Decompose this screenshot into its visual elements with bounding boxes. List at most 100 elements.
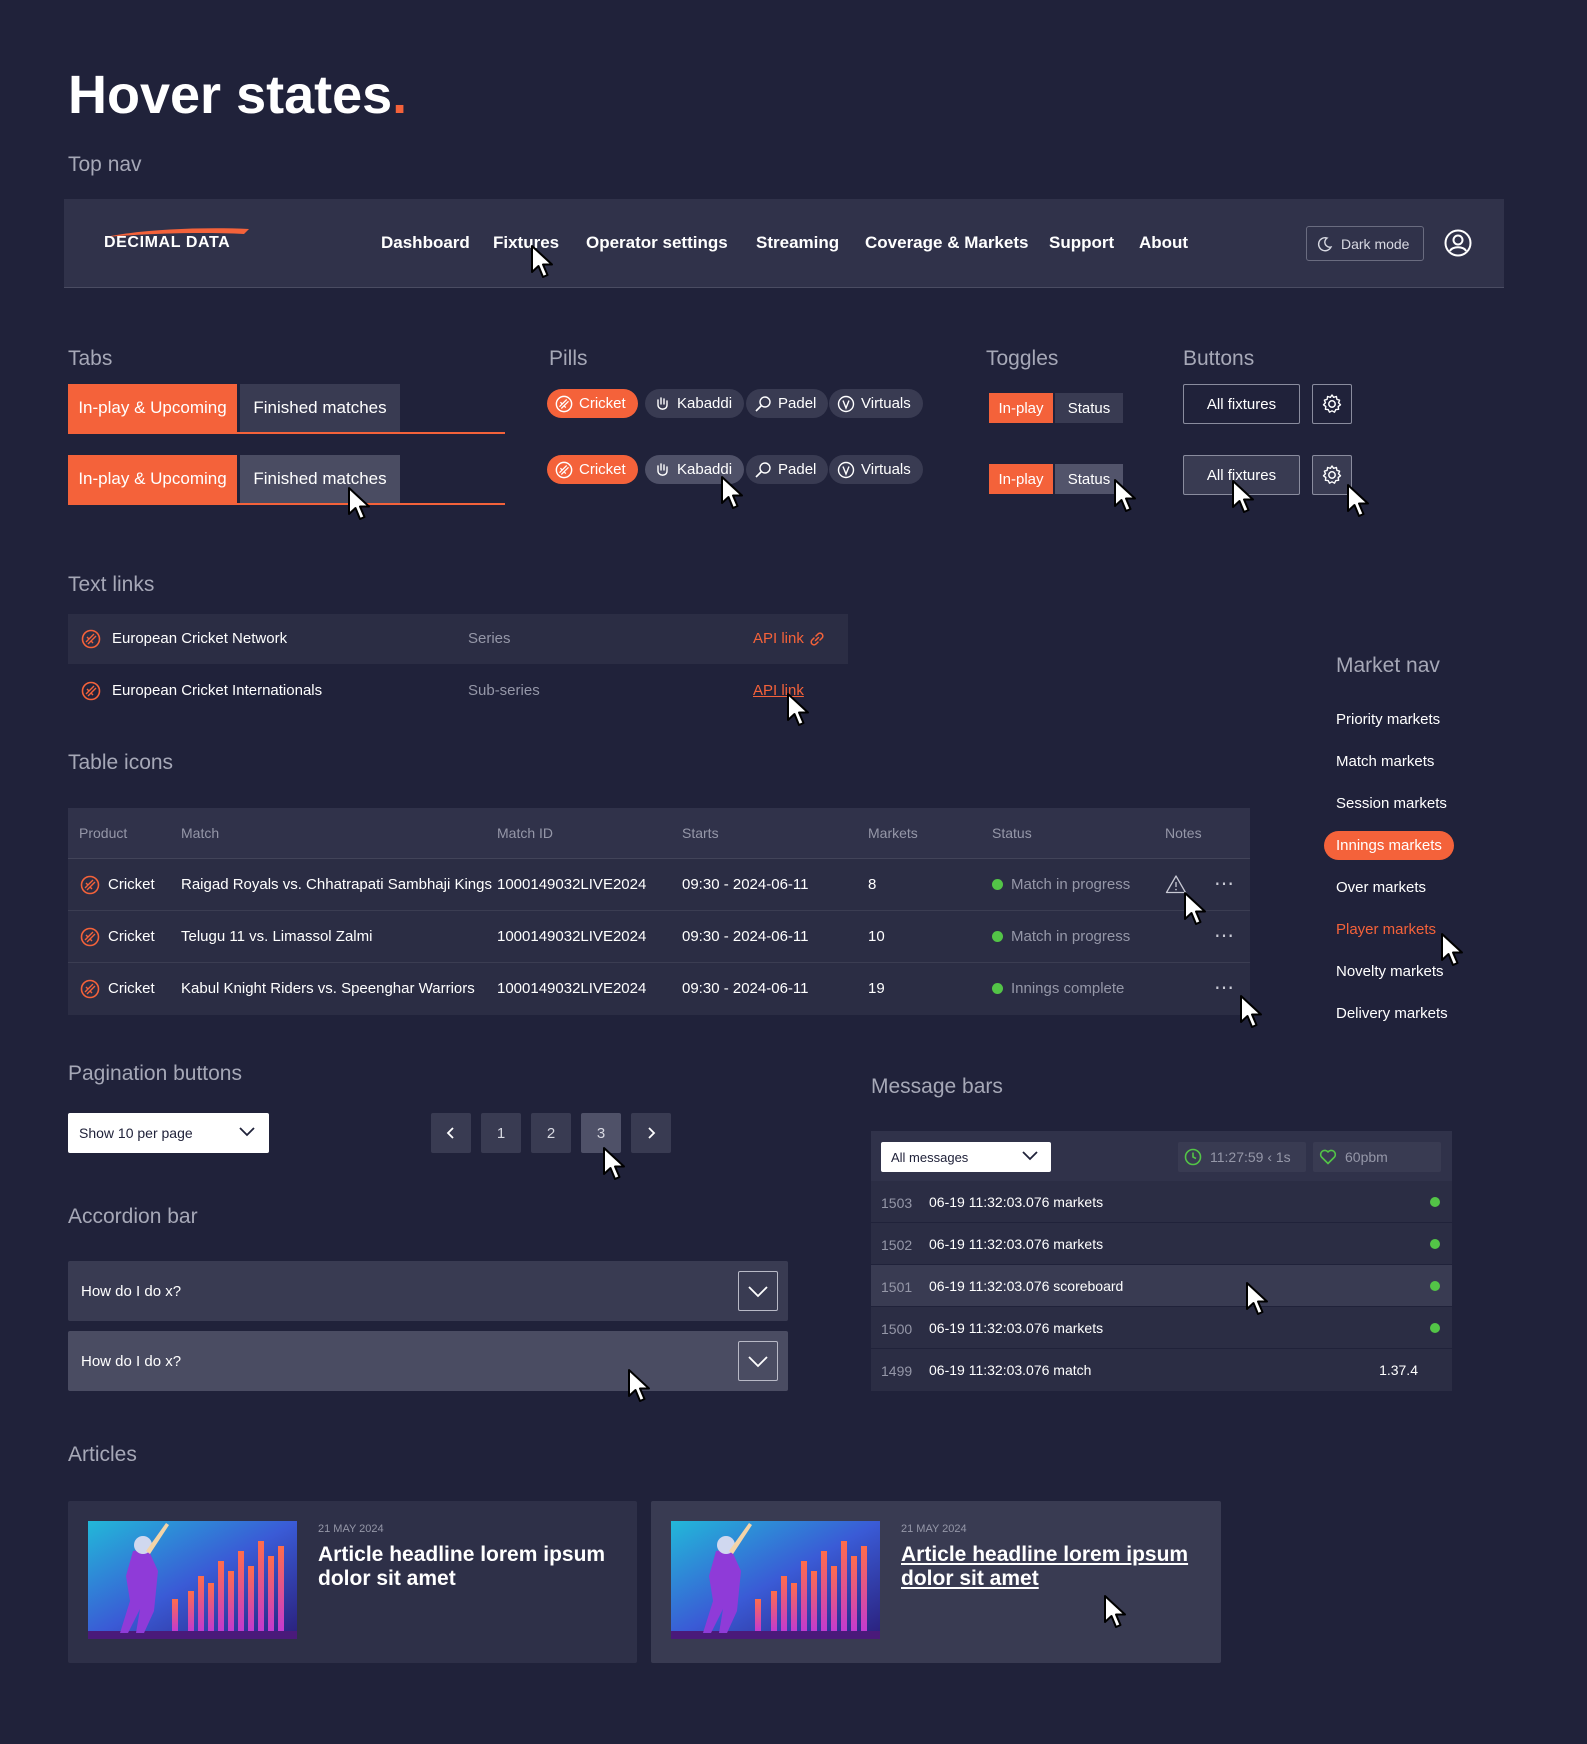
message-toolbar: All messages 11:27:59 ‹ 1s 60pbm [871, 1131, 1452, 1181]
article-headline[interactable]: Article headline lorem ipsum dolor sit a… [901, 1543, 1201, 1591]
cell-markets: 19 [868, 980, 885, 997]
market-nav-match[interactable]: Match markets [1336, 753, 1434, 770]
user-avatar-icon[interactable] [1444, 229, 1472, 257]
market-nav-player[interactable]: Player markets [1336, 921, 1436, 938]
moon-icon [1317, 236, 1333, 251]
nav-link-support[interactable]: Support [1049, 233, 1114, 253]
nav-link-streaming[interactable]: Streaming [756, 233, 839, 253]
message-id: 1502 [881, 1237, 913, 1253]
nav-link-coverage-markets[interactable]: Coverage & Markets [865, 233, 1028, 253]
cursor-icon [602, 1146, 628, 1182]
virtuals-icon [837, 395, 855, 412]
cell-match: Raigad Royals vs. Chhatrapati Sambhaji K… [181, 876, 492, 893]
message-id: 1501 [881, 1279, 913, 1295]
col-notes[interactable]: Notes [1165, 825, 1202, 841]
col-starts[interactable]: Starts [682, 825, 719, 841]
pill-cricket[interactable]: Cricket [547, 389, 638, 418]
status-dot [992, 983, 1003, 994]
dark-mode-button[interactable]: Dark mode [1306, 226, 1424, 261]
nav-link-operator-settings[interactable]: Operator settings [586, 233, 728, 253]
col-match[interactable]: Match [181, 825, 219, 841]
pill-padel[interactable]: Padel [746, 389, 829, 418]
toggle-in-play[interactable]: In-play [989, 464, 1053, 494]
toggle-status[interactable]: Status [1055, 393, 1123, 423]
cursor-icon [720, 475, 746, 511]
tab-in-play-upcoming[interactable]: In-play & Upcoming [68, 455, 237, 503]
tab-row-hover: In-play & Upcoming Finished matches [68, 455, 505, 505]
message-row[interactable]: 1499 06-19 11:32:03.076 match 1.37.4 [871, 1349, 1452, 1391]
section-title-buttons: Buttons [1183, 347, 1255, 370]
tab-finished-matches[interactable]: Finished matches [240, 455, 400, 503]
article-date: 21 MAY 2024 [901, 1523, 967, 1535]
col-status[interactable]: Status [992, 825, 1032, 841]
status-dot [1430, 1239, 1440, 1249]
message-id: 1500 [881, 1321, 913, 1337]
all-fixtures-button[interactable]: All fixtures [1183, 384, 1300, 424]
pill-label: Virtuals [861, 461, 911, 478]
market-nav-over[interactable]: Over markets [1336, 879, 1426, 896]
article-card-hover[interactable]: 21 MAY 2024 Article headline lorem ipsum… [651, 1501, 1221, 1663]
message-row[interactable]: 1503 06-19 11:32:03.076 markets [871, 1181, 1452, 1223]
rate-chip: 60pbm [1313, 1142, 1441, 1172]
market-nav-novelty[interactable]: Novelty markets [1336, 963, 1444, 980]
more-options-icon[interactable]: ⋯ [1214, 975, 1235, 1000]
article-headline[interactable]: Article headline lorem ipsum dolor sit a… [318, 1543, 618, 1591]
cursor-icon [1239, 994, 1265, 1030]
link-row-kind: Series [468, 630, 511, 647]
status-text: Innings complete [1011, 980, 1125, 997]
market-nav-innings[interactable]: Innings markets [1324, 831, 1454, 860]
market-nav-delivery[interactable]: Delivery markets [1336, 1005, 1448, 1022]
pill-label: Padel [778, 461, 817, 478]
pill-padel[interactable]: Padel [746, 455, 829, 484]
cell-status: Match in progress [992, 928, 1130, 945]
toggle-in-play[interactable]: In-play [989, 393, 1053, 423]
pill-virtuals[interactable]: Virtuals [829, 455, 923, 484]
more-options-icon[interactable]: ⋯ [1214, 871, 1235, 896]
message-row[interactable]: 1500 06-19 11:32:03.076 markets [871, 1307, 1452, 1349]
accordion-toggle-button[interactable] [738, 1341, 778, 1381]
col-markets[interactable]: Markets [868, 825, 918, 841]
accordion-bar[interactable]: How do I do x? [68, 1261, 788, 1321]
next-page-button[interactable] [631, 1113, 671, 1153]
message-row-hover[interactable]: 1501 06-19 11:32:03.076 scoreboard [871, 1265, 1452, 1307]
col-match-id[interactable]: Match ID [497, 825, 553, 841]
message-filter-value: All messages [891, 1149, 969, 1165]
racket-icon [755, 461, 771, 478]
nav-link-about[interactable]: About [1139, 233, 1188, 253]
section-title-toggles: Toggles [986, 347, 1059, 370]
cursor-icon [1183, 891, 1209, 927]
cell-match: Telugu 11 vs. Limassol Zalmi [181, 928, 373, 945]
tab-finished-matches[interactable]: Finished matches [240, 384, 400, 432]
market-nav-session[interactable]: Session markets [1336, 795, 1447, 812]
logo-text[interactable]: DECIMAL DATA [104, 234, 230, 252]
article-card[interactable]: 21 MAY 2024 Article headline lorem ipsum… [68, 1501, 637, 1663]
tab-in-play-upcoming[interactable]: In-play & Upcoming [68, 384, 237, 432]
cricket-ball-icon [80, 979, 100, 999]
link-chain-icon[interactable] [808, 630, 826, 648]
more-options-icon[interactable]: ⋯ [1214, 923, 1235, 948]
col-product[interactable]: Product [79, 825, 127, 841]
market-nav-priority[interactable]: Priority markets [1336, 711, 1440, 728]
pill-cricket[interactable]: Cricket [547, 455, 638, 484]
status-text: Match in progress [1011, 876, 1131, 893]
settings-button[interactable] [1312, 384, 1352, 424]
chevron-down-icon [1022, 1151, 1038, 1161]
page-button-2[interactable]: 2 [531, 1113, 571, 1153]
page-button-1[interactable]: 1 [481, 1113, 521, 1153]
accordion-toggle-button[interactable] [738, 1271, 778, 1311]
pill-virtuals[interactable]: Virtuals [829, 389, 923, 418]
cricket-ball-icon [81, 629, 101, 649]
per-page-select[interactable]: Show 10 per page [68, 1113, 269, 1153]
table-row[interactable]: Cricket Telugu 11 vs. Limassol Zalmi 100… [68, 911, 1250, 963]
pill-kabaddi[interactable]: Kabaddi [645, 389, 745, 418]
section-title-text-links: Text links [68, 573, 155, 596]
prev-page-button[interactable] [431, 1113, 471, 1153]
nav-link-dashboard[interactable]: Dashboard [381, 233, 470, 253]
message-row[interactable]: 1502 06-19 11:32:03.076 markets [871, 1223, 1452, 1265]
message-filter-select[interactable]: All messages [881, 1142, 1051, 1172]
accordion-bar-hover[interactable]: How do I do x? [68, 1331, 788, 1391]
table-row[interactable]: Cricket Raigad Royals vs. Chhatrapati Sa… [68, 859, 1250, 911]
api-link[interactable]: API link [753, 630, 804, 647]
cursor-icon [347, 486, 373, 522]
table-row[interactable]: Cricket Kabul Knight Riders vs. Speengha… [68, 963, 1250, 1015]
